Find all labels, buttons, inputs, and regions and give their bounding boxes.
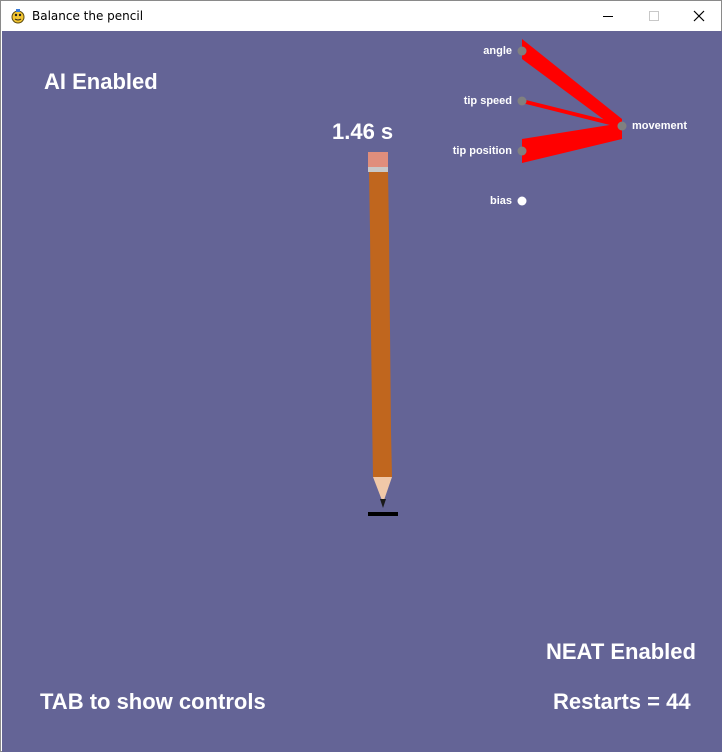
game-canvas[interactable]: AI Enabled 1.46 s NEAT Enabled TAB to sh… xyxy=(2,31,722,752)
pencil-eraser xyxy=(368,152,388,167)
close-icon xyxy=(693,10,705,22)
title-bar[interactable]: Balance the pencil xyxy=(1,1,721,31)
pencil-lead xyxy=(380,499,386,508)
minimize-button[interactable] xyxy=(585,1,631,31)
close-button[interactable] xyxy=(675,1,721,31)
maximize-icon xyxy=(649,11,659,21)
window-title: Balance the pencil xyxy=(32,9,144,23)
minimize-icon xyxy=(603,16,613,17)
pencil-body xyxy=(369,172,392,477)
app-window: Balance the pencil AI Enabled 1.46 s NEA… xyxy=(0,0,722,752)
maximize-button[interactable] xyxy=(631,1,677,31)
pencil xyxy=(368,152,398,516)
pencil-base xyxy=(368,512,398,516)
pencil-ferrule xyxy=(368,167,388,172)
pygame-snake-icon xyxy=(11,9,25,24)
